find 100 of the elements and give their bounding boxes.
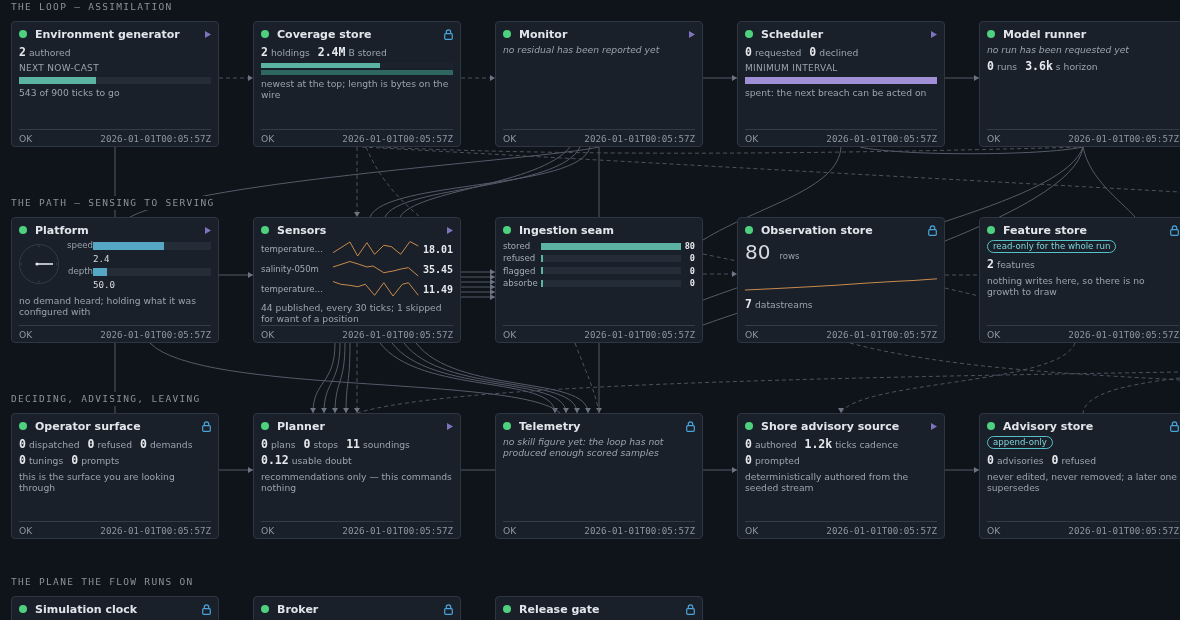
meter-reading: 0 [688, 278, 695, 289]
stat-label: usable doubt [291, 455, 352, 466]
node-card[interactable]: Sensors temperature… 18.01 salinity-050m 35.45 temperature… 11.49 44 published, every 30 ticks; 1 skipped for want of a position OK 2026-01-01T00:05:57Z [253, 217, 461, 343]
stat-value: 0 [71, 453, 79, 467]
status-text: OK [987, 328, 1001, 340]
stat-value: 11 [346, 437, 360, 451]
lock-icon [686, 420, 695, 432]
card-title: Simulation clock [35, 602, 138, 616]
card-note: spent: the next breach can be acted on [745, 87, 928, 98]
timestamp: 2026-01-01T00:05:57Z [584, 132, 695, 144]
stat-value: 2 [261, 45, 268, 59]
node-card[interactable]: Simulation clock [11, 596, 219, 620]
connector-line [944, 75, 980, 81]
stat-label: tunings [28, 455, 64, 466]
node-card[interactable]: Planner 0 plans 0 stops 11 soundings 0.12 usable doubt recommendations only — this commands nothing OK 2026-01-01T00:05:57Z [253, 413, 461, 539]
node-card[interactable]: Model runner no run has been requested yet 0 runs 3.6k s horizon OK 2026-01-01T00:05:57Z [979, 21, 1180, 147]
card-note: this is the surface you are looking through [19, 471, 176, 493]
timestamp: 2026-01-01T00:05:57Z [1068, 524, 1179, 536]
lock-icon [202, 420, 211, 432]
play-icon[interactable] [447, 226, 453, 234]
stat-label: dispatched [28, 439, 80, 450]
timestamp: 2026-01-01T00:05:57Z [584, 328, 695, 340]
node-card[interactable]: Feature store read-only for the whole run 2 features nothing writes here, so there is no growth to draw OK 2026-01-01T00:05:57Z [979, 217, 1180, 343]
timestamp: 2026-01-01T00:05:57Z [1068, 328, 1179, 340]
card-title: Release gate [519, 602, 600, 616]
card-note: 543 of 900 ticks to go [19, 87, 121, 98]
stat-label: authored [28, 47, 71, 58]
timestamp: 2026-01-01T00:05:57Z [826, 524, 937, 536]
section-heading: THE PATH — SENSING TO SERVING [11, 196, 215, 210]
card-note: 44 published, every 30 ticks; 1 skipped for want of a position [261, 302, 443, 324]
stat-value: 3.6k [1025, 59, 1053, 73]
status-text: OK [19, 524, 33, 536]
status-text: OK [261, 132, 275, 144]
connector-line [944, 467, 980, 473]
node-card[interactable]: Monitor no residual has been reported yet OK 2026-01-01T00:05:57Z [495, 21, 703, 147]
play-icon[interactable] [205, 226, 211, 234]
card-title: Planner [277, 419, 325, 433]
timestamp: 2026-01-01T00:05:57Z [1068, 132, 1179, 144]
node-card[interactable]: Shore advisory source 0 authored 1.2k ticks cadence 0 prompted deterministically authored from the seeded stream OK 2026-01-01T00:05:57Z [737, 413, 945, 539]
play-icon[interactable] [205, 30, 211, 38]
node-card[interactable]: Release gate [495, 596, 703, 620]
timestamp: 2026-01-01T00:05:57Z [826, 328, 937, 340]
sensor-label: temperature… [261, 244, 324, 254]
stat-value: 0 [745, 437, 752, 451]
meter-label: refused [503, 253, 537, 264]
status-text: OK [503, 132, 517, 144]
node-card[interactable]: Environment generator 2 authored NEXT NOW-CAST 543 of 900 ticks to go OK 2026-01-01T00:05:57Z [11, 21, 219, 147]
stat-label: runs [996, 61, 1018, 72]
stat-value: 0 [745, 45, 752, 59]
stat-label: prompts [81, 455, 120, 466]
gauge-reading: 50.0 [93, 278, 117, 292]
stat-value: 0 [745, 453, 752, 467]
play-icon[interactable] [447, 422, 453, 430]
node-card[interactable]: Platform speed 2.4 depth 50.0 no demand heard; holding what it was configured with OK 2026-01-01T00:05:57Z [11, 217, 219, 343]
stat-value: 7 [745, 297, 752, 311]
sensor-reading: 35.45 [422, 263, 453, 275]
gauge-reading: 2.4 [93, 252, 111, 266]
play-icon[interactable] [931, 30, 937, 38]
card-title: Platform [35, 223, 89, 237]
node-card[interactable]: Operator surface 0 dispatched 0 refused 0 demands 0 tunings 0 prompts this is the surface you are looking through OK 2026-01-01T00:05:57Z [11, 413, 219, 539]
dashed-connector-line [218, 75, 254, 81]
lock-icon [444, 28, 453, 40]
stat-label: requested [754, 47, 802, 58]
section-heading: DECIDING, ADVISING, LEAVING [11, 392, 201, 406]
card-note: never edited, never removed; a later one supersedes [987, 471, 1178, 493]
timestamp: 2026-01-01T00:05:57Z [100, 524, 211, 536]
node-card[interactable]: Advisory store append-only 0 advisories 0 refused never edited, never removed; a later one supersedes OK 2026-01-01T00:05:57Z [979, 413, 1180, 539]
meter-reading: 80 [683, 241, 695, 252]
node-card[interactable]: Broker [253, 596, 461, 620]
lock-icon [928, 224, 937, 236]
card-note: no demand heard; holding what it was configured with [19, 295, 198, 317]
connector-line [702, 467, 738, 473]
stat-value: 0 [140, 437, 147, 451]
bar-caption: MINIMUM INTERVAL [745, 63, 839, 74]
card-title: Shore advisory source [761, 419, 900, 433]
stat-label: authored [754, 439, 797, 450]
meter-reading: 0 [688, 265, 695, 276]
node-card[interactable]: Scheduler 0 requested 0 declined MINIMUM INTERVAL spent: the next breach can be acted on OK 2026-01-01T00:05:57Z [737, 21, 945, 147]
node-card[interactable]: Telemetry no skill figure yet: the loop has not produced enough scored samples OK 2026-01-01T00:05:57Z [495, 413, 703, 539]
card-note: nothing writes here, so there is no growth to draw [987, 275, 1146, 297]
node-card[interactable]: Observation store 80 rows 7 datastreams OK 2026-01-01T00:05:57Z [737, 217, 945, 343]
stat-value: 0.12 [261, 453, 289, 467]
stat-value: 0 [987, 59, 994, 73]
stat-value: 2 [19, 45, 26, 59]
sensor-label: temperature… [261, 284, 324, 294]
connector-line [218, 272, 254, 278]
meter-reading: 0 [688, 253, 695, 264]
node-card[interactable]: Coverage store 2 holdings 2.4M B stored newest at the top; length is bytes on the wire OK 2026-01-01T00:05:57Z [253, 21, 461, 147]
timestamp: 2026-01-01T00:05:57Z [342, 524, 453, 536]
play-icon[interactable] [931, 422, 937, 430]
timestamp: 2026-01-01T00:05:57Z [100, 132, 211, 144]
stat-value: 0 [87, 437, 95, 451]
play-icon[interactable] [689, 30, 695, 38]
node-card[interactable]: Ingestion seam stored 80 refused 0 flagged 0 absorbe 0 OK 2026-01-01T00:05:57Z [495, 217, 703, 343]
sensor-reading: 11.49 [422, 283, 453, 295]
card-note: no skill figure yet: the loop has not produced enough scored samples [503, 436, 665, 458]
sensor-label: salinity-050m [261, 264, 320, 274]
lock-icon [1170, 224, 1179, 236]
gauge-label: speed [67, 240, 93, 251]
dashed-connector-line [702, 271, 738, 277]
